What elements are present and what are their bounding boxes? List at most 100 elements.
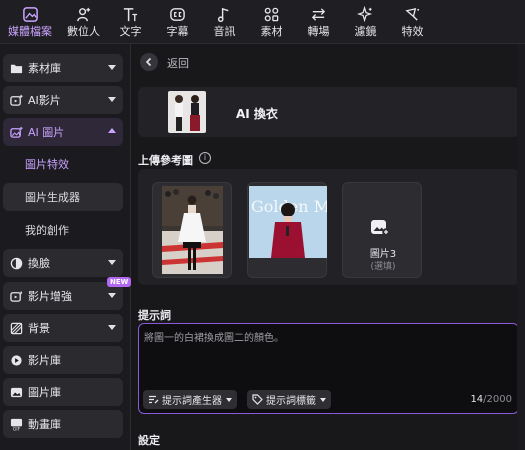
elements-icon [264,7,279,22]
sidebar-sub-image-generator-label: 圖片生成器 [25,191,80,204]
top-toolbar: 媒體檔案 數位人 文字 字幕 音訊 素材 轉場 濾鏡 特效 [0,0,525,44]
sidebar-sub-my-creations-label: 我的創作 [25,224,69,237]
music-note-icon [217,7,229,23]
prompt-generator-button[interactable]: 提示詞產生器 [143,390,237,409]
reference-image-2: Golden Music [249,186,327,258]
sidebar-item-gif-library-label: 動畫庫 [28,418,61,431]
toolbar-audio-label: 音訊 [213,25,236,38]
back-button[interactable] [140,53,158,71]
upload-area: Golden Music 圖片3 (選填) [138,169,519,285]
sidebar-item-ai-video[interactable]: AI影片 [3,86,123,114]
upload-slot-3[interactable]: 圖片3 (選填) [342,182,422,278]
toolbar-filter-label: 濾鏡 [354,25,377,38]
chevron-down-icon [226,397,232,402]
folder-icon [9,61,23,75]
sidebar-item-video-library[interactable]: 影片庫 [3,346,123,374]
transition-icon [311,8,326,21]
toolbar-elements[interactable]: 素材 [248,0,295,44]
char-counter: 14/2000 [470,394,512,405]
toolbar-media[interactable]: 媒體檔案 [0,0,60,44]
upload-title: 上傳參考圖 [138,154,193,167]
sidebar-item-library[interactable]: 素材庫 [3,54,123,82]
toolbar-media-label: 媒體檔案 [8,25,52,38]
sidebar-item-ai-image-label: AI 圖片 [28,126,65,139]
toolbar-text-label: 文字 [119,25,142,38]
ai-video-icon [9,93,23,107]
prompt-tags-button[interactable]: 提示詞標籤 [247,390,331,409]
media-icon [22,7,38,22]
gif-icon: GIF [9,417,23,431]
feature-card: AI 換衣 [138,87,519,137]
new-badge: NEW [107,277,132,287]
sidebar-sub-my-creations[interactable]: 我的創作 [3,216,123,244]
toolbar-avatar-label: 數位人 [67,25,100,38]
prompt-title: 提示詞 [138,309,171,322]
sidebar-item-background[interactable]: 背景 [3,314,123,342]
sidebar-sub-image-generator[interactable]: 圖片生成器 [3,183,123,211]
sparkle-icon [357,6,373,23]
upload-slot-2[interactable]: Golden Music [247,182,327,278]
toolbar-transition-label: 轉場 [307,25,330,38]
back-label[interactable]: 返回 [167,55,189,71]
tag-icon [252,394,263,405]
chevron-down-icon [108,65,116,70]
toolbar-caption[interactable]: 字幕 [154,0,201,44]
add-image-icon [371,220,390,236]
chevron-left-icon [145,57,152,67]
upload-slot-1[interactable] [152,182,232,278]
enhance-icon [9,289,23,303]
scrollbar[interactable] [517,44,525,450]
image-library-icon [9,385,23,399]
caption-icon [170,8,185,21]
toolbar-audio[interactable]: 音訊 [201,0,248,44]
sidebar-item-background-label: 背景 [28,322,50,335]
toolbar-elements-label: 素材 [260,25,283,38]
toolbar-effects[interactable]: 特效 [389,0,436,44]
sidebar-item-image-library[interactable]: 圖片庫 [3,378,123,406]
chevron-down-icon [108,97,116,102]
feature-thumbnail [168,91,206,133]
chevron-down-icon [108,260,116,265]
toolbar-transition[interactable]: 轉場 [295,0,342,44]
info-icon[interactable]: i [199,152,211,164]
sidebar-item-face-swap[interactable]: 換臉 [3,249,123,277]
text-icon [123,8,138,22]
prompt-tags-label: 提示詞標籤 [266,396,316,407]
sidebar-sub-image-effects[interactable]: 圖片特效 [3,150,123,178]
sidebar-item-library-label: 素材庫 [28,62,61,75]
prompt-input[interactable] [144,329,512,379]
prompt-box: 提示詞產生器 提示詞標籤 14/2000 [138,323,519,414]
slot3-label: 圖片3 [369,249,397,260]
chevron-down-icon [108,293,116,298]
background-icon [9,321,23,335]
sidebar-item-video-library-label: 影片庫 [28,354,61,367]
main-panel: 返回 AI 換衣 上傳參考圖 i Golden M 圖片3 (選填) 提示詞 將… [131,44,525,450]
prompt-generator-label: 提示詞產生器 [162,396,222,407]
settings-title: 設定 [138,434,160,447]
sidebar-sub-image-effects-label: 圖片特效 [25,158,69,171]
sidebar-item-gif-library[interactable]: GIF 動畫庫 [3,410,123,438]
ai-image-icon [9,125,23,139]
reference-image-1 [162,186,223,274]
toolbar-effects-label: 特效 [401,25,424,38]
sidebar-item-enhance-label: 影片增強 [28,290,72,303]
avatar-add-icon [77,7,91,22]
sidebar-item-image-library-label: 圖片庫 [28,386,61,399]
sidebar-item-ai-image[interactable]: AI 圖片 [3,118,123,146]
feature-title: AI 換衣 [236,107,278,121]
toolbar-filter[interactable]: 濾鏡 [342,0,389,44]
toolbar-avatar[interactable]: 數位人 [60,0,107,44]
list-edit-icon [149,395,159,404]
effects-icon [405,7,420,21]
sidebar-item-face-swap-label: 換臉 [28,257,50,270]
char-count: 14 [470,394,484,405]
video-library-icon [9,353,23,367]
svg-text:GIF: GIF [12,426,20,430]
sidebar-item-enhance[interactable]: 影片增強 NEW [3,277,132,310]
toolbar-text[interactable]: 文字 [107,0,154,44]
sidebar: 素材庫 AI影片 AI 圖片 圖片特效 圖片生成器 我的創作 換臉 影片增強 N… [0,44,132,450]
face-swap-icon [9,256,23,270]
char-max: /2000 [483,394,512,405]
toolbar-caption-label: 字幕 [166,25,189,38]
chevron-down-icon [320,397,326,402]
